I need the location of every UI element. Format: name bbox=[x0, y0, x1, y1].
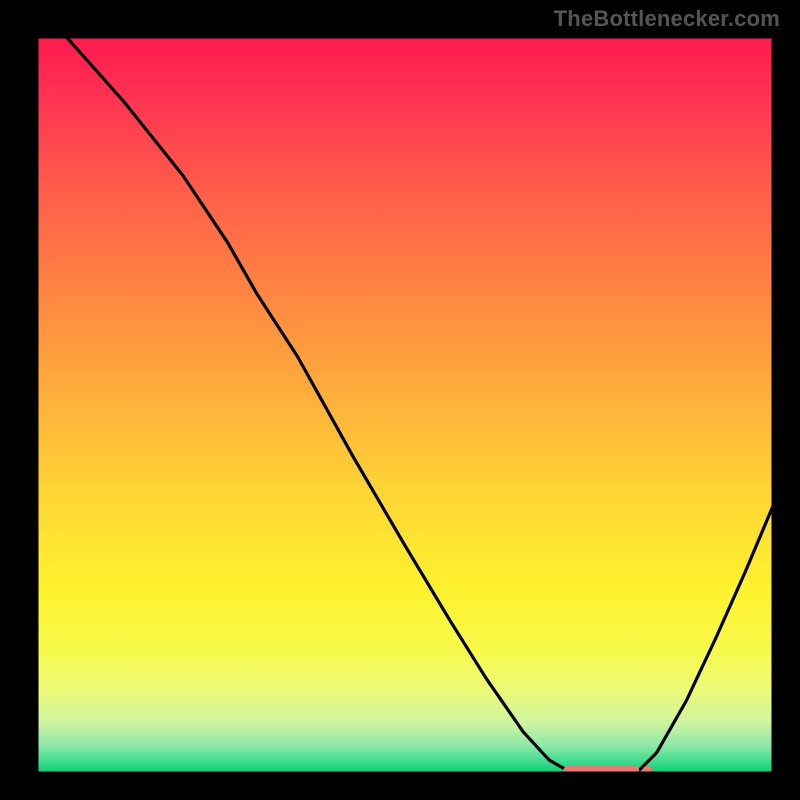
chart-container: TheBottlenecker.com bbox=[0, 0, 800, 800]
watermark-text: TheBottlenecker.com bbox=[554, 6, 780, 32]
bottleneck-chart bbox=[0, 0, 800, 800]
gradient-background bbox=[35, 35, 775, 775]
